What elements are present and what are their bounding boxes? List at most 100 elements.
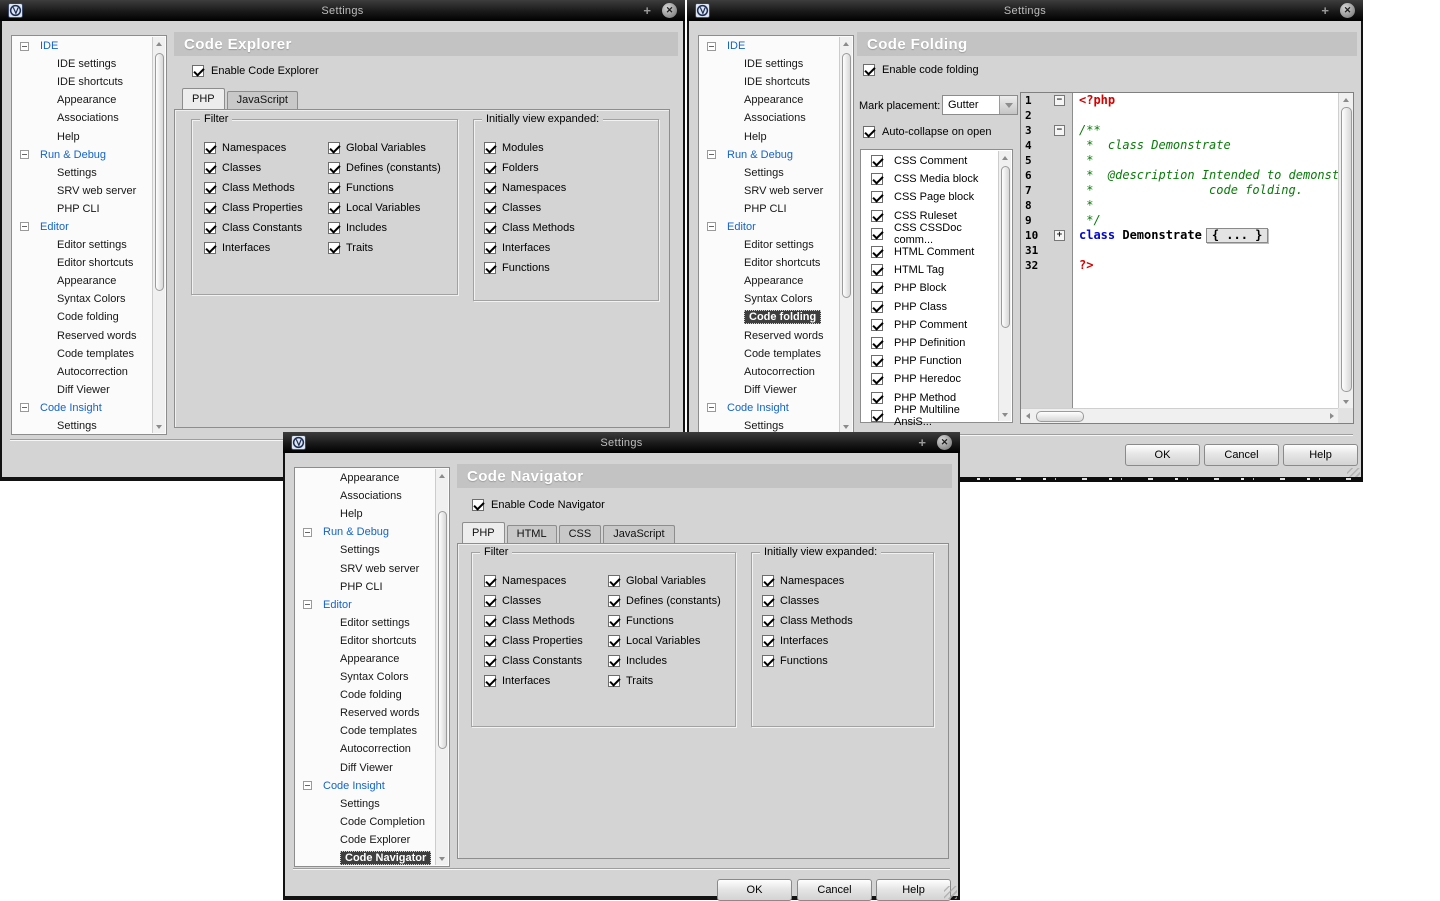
sidebar-item[interactable]: Appearance <box>700 272 839 290</box>
sidebar-item[interactable]: Appearance <box>296 650 435 668</box>
sidebar-item[interactable]: Autocorrection <box>13 363 152 381</box>
checkbox-icon[interactable] <box>608 615 620 627</box>
enable-checkbox-icon[interactable] <box>863 64 875 76</box>
sidebar-item[interactable]: Appearance <box>13 272 152 290</box>
folding-preview-editor[interactable]: 1−<?php23−/**4 * class Demonstrate5 *6 *… <box>1020 92 1354 424</box>
sidebar-item[interactable]: Code Completion <box>296 813 435 831</box>
resize-grip[interactable] <box>944 886 957 899</box>
checkbox-icon[interactable] <box>328 222 340 234</box>
checkbox-icon[interactable] <box>608 575 620 587</box>
editor-vertical-scrollbar[interactable] <box>1338 93 1353 408</box>
expanded-option[interactable]: Classes <box>484 198 575 218</box>
checkbox-icon[interactable] <box>204 202 216 214</box>
scroll-right-icon[interactable] <box>1325 409 1338 423</box>
fold-kind-option[interactable]: PHP Heredoc <box>862 370 997 388</box>
checkbox-icon[interactable] <box>871 246 883 258</box>
fold-kind-option[interactable]: PHP Block <box>862 279 997 297</box>
checkbox-icon[interactable] <box>204 142 216 154</box>
sidebar-item[interactable]: Editor <box>296 596 435 614</box>
scroll-up-icon[interactable] <box>1339 93 1353 106</box>
fold-toggle-icon[interactable]: − <box>1054 95 1065 106</box>
filter-option[interactable]: Local Variables <box>608 631 721 651</box>
maximize-icon[interactable]: + <box>1321 4 1329 17</box>
maximize-icon[interactable]: + <box>643 4 651 17</box>
expanded-option[interactable]: Class Methods <box>484 218 575 238</box>
sidebar-item[interactable]: Code Explorer <box>296 831 435 849</box>
filter-option[interactable]: Class Constants <box>484 651 583 671</box>
scroll-left-icon[interactable] <box>1021 409 1034 423</box>
expanded-option[interactable]: Functions <box>484 258 575 278</box>
sidebar-item[interactable]: Settings <box>296 541 435 559</box>
filter-option[interactable]: Functions <box>328 178 441 198</box>
cancel-button[interactable]: Cancel <box>797 879 872 901</box>
filter-option[interactable]: Interfaces <box>204 238 303 258</box>
sidebar-item[interactable]: Code Insight <box>700 399 839 417</box>
close-icon[interactable]: ✕ <box>662 3 677 18</box>
sidebar-item[interactable]: Reserved words <box>700 327 839 345</box>
sidebar-item[interactable]: Settings <box>700 417 839 433</box>
sidebar-item[interactable]: Diff Viewer <box>13 381 152 399</box>
sidebar-item[interactable]: Settings <box>296 795 435 813</box>
sidebar-item[interactable]: Diff Viewer <box>296 759 435 777</box>
sidebar-item[interactable]: Editor settings <box>13 236 152 254</box>
filter-option[interactable]: Class Properties <box>204 198 303 218</box>
sidebar-item[interactable]: IDE <box>13 37 152 55</box>
sidebar-item[interactable]: Associations <box>13 109 152 127</box>
checkbox-icon[interactable] <box>871 319 883 331</box>
checkbox-icon[interactable] <box>871 264 883 276</box>
fold-kind-option[interactable]: CSS Comment <box>862 152 997 170</box>
sidebar-item[interactable]: Code folding <box>296 686 435 704</box>
expanded-option[interactable]: Functions <box>762 651 853 671</box>
list-scrollbar[interactable] <box>998 151 1011 421</box>
sidebar-item[interactable]: SRV web server <box>700 182 839 200</box>
filter-option[interactable]: Class Properties <box>484 631 583 651</box>
expanded-option[interactable]: Namespaces <box>484 178 575 198</box>
sidebar-item[interactable]: IDE settings <box>13 55 152 73</box>
checkbox-icon[interactable] <box>762 635 774 647</box>
sidebar-item[interactable]: Editor settings <box>296 614 435 632</box>
filter-option[interactable]: Traits <box>608 671 721 691</box>
sidebar-item[interactable]: Code folding <box>700 308 839 326</box>
fold-kind-option[interactable]: CSS CSSDoc comm... <box>862 225 997 243</box>
checkbox-icon[interactable] <box>871 191 883 203</box>
sidebar-item[interactable]: IDE shortcuts <box>13 73 152 91</box>
checkbox-icon[interactable] <box>871 173 883 185</box>
fold-toggle-icon[interactable]: + <box>1054 230 1065 241</box>
sidebar-item[interactable]: Reserved words <box>13 327 152 345</box>
sidebar-item[interactable]: Help <box>296 505 435 523</box>
checkbox-icon[interactable] <box>762 615 774 627</box>
titlebar[interactable]: Settings + ✕ <box>0 0 685 21</box>
checkbox-icon[interactable] <box>484 202 496 214</box>
sidebar-item[interactable]: Code Insight <box>13 399 152 417</box>
sidebar-item[interactable]: Code Navigator <box>296 849 435 865</box>
sidebar-item[interactable]: Editor shortcuts <box>296 632 435 650</box>
sidebar-item[interactable]: IDE <box>700 37 839 55</box>
checkbox-icon[interactable] <box>608 595 620 607</box>
mark-placement-select[interactable]: Gutter <box>942 95 1018 115</box>
checkbox-icon[interactable] <box>328 142 340 154</box>
sidebar-item[interactable]: Diff Viewer <box>700 381 839 399</box>
filter-option[interactable]: Classes <box>204 158 303 178</box>
checkbox-icon[interactable] <box>484 675 496 687</box>
sidebar-item[interactable]: Run & Debug <box>296 523 435 541</box>
fold-kind-option[interactable]: PHP Comment <box>862 316 997 334</box>
checkbox-icon[interactable] <box>871 301 883 313</box>
scroll-down-icon[interactable] <box>1339 395 1353 408</box>
expanded-option[interactable]: Interfaces <box>484 238 575 258</box>
checkbox-icon[interactable] <box>871 155 883 167</box>
sidebar-item[interactable]: Settings <box>700 164 839 182</box>
sidebar-item[interactable]: Autocorrection <box>700 363 839 381</box>
scroll-thumb[interactable] <box>1001 166 1010 328</box>
collapse-icon[interactable] <box>707 150 716 159</box>
checkbox-icon[interactable] <box>328 242 340 254</box>
scroll-up-icon[interactable] <box>436 469 448 482</box>
filter-option[interactable]: Interfaces <box>484 671 583 691</box>
sidebar-item[interactable]: Syntax Colors <box>700 290 839 308</box>
tab[interactable]: JavaScript <box>227 91 298 109</box>
sidebar-item[interactable]: Editor shortcuts <box>13 254 152 272</box>
sidebar-item[interactable]: Syntax Colors <box>296 668 435 686</box>
checkbox-icon[interactable] <box>484 635 496 647</box>
filter-option[interactable]: Local Variables <box>328 198 441 218</box>
sidebar-item[interactable]: Code templates <box>700 345 839 363</box>
checkbox-icon[interactable] <box>484 142 496 154</box>
